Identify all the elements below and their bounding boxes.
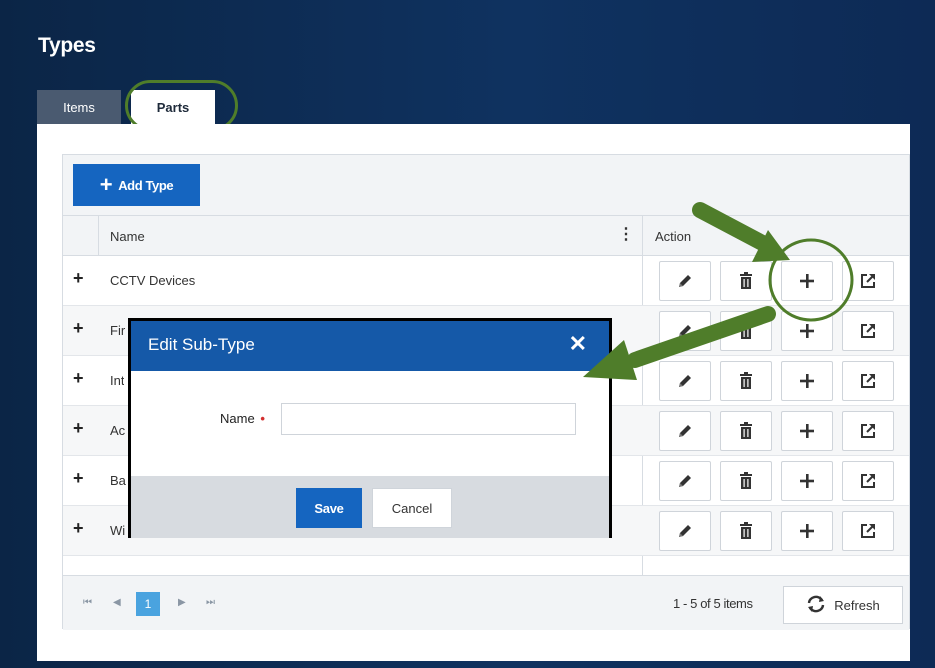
open-details-button[interactable] xyxy=(842,511,894,551)
page-info: 1 - 5 of 5 items xyxy=(673,596,753,611)
external-link-icon xyxy=(859,472,877,490)
name-field-label: Name • xyxy=(220,411,265,426)
column-menu-icon[interactable]: ⋮ xyxy=(618,224,634,244)
prev-page-icon[interactable]: ◀ xyxy=(113,597,121,608)
pencil-icon xyxy=(676,472,694,490)
edit-sub-type-dialog: Edit Sub-Type ✕ Name • Save Cancel xyxy=(128,318,612,538)
next-page-icon[interactable]: ▶ xyxy=(178,597,186,608)
pencil-icon xyxy=(676,322,694,340)
pencil-icon xyxy=(676,422,694,440)
pencil-icon xyxy=(676,522,694,540)
name-label-text: Name xyxy=(220,411,255,426)
trash-icon xyxy=(738,322,754,340)
open-details-button[interactable] xyxy=(842,461,894,501)
delete-button[interactable] xyxy=(720,361,772,401)
delete-button[interactable] xyxy=(720,311,772,351)
dialog-header: Edit Sub-Type ✕ xyxy=(131,321,609,371)
trash-icon xyxy=(738,272,754,290)
refresh-button[interactable]: Refresh xyxy=(783,586,903,624)
edit-button[interactable] xyxy=(659,311,711,351)
edit-button[interactable] xyxy=(659,261,711,301)
edit-button[interactable] xyxy=(659,461,711,501)
row-name: Ba xyxy=(110,473,126,488)
trash-icon xyxy=(738,372,754,390)
trash-icon xyxy=(738,422,754,440)
page-number-current[interactable]: 1 xyxy=(136,592,160,616)
edit-button[interactable] xyxy=(659,411,711,451)
dialog-title: Edit Sub-Type xyxy=(148,335,255,354)
grid-toolbar: + Add Type xyxy=(63,155,909,216)
open-details-button[interactable] xyxy=(842,311,894,351)
close-icon[interactable]: ✕ xyxy=(569,331,587,357)
row-name: Wi xyxy=(110,523,126,538)
pager: ⏮ ◀ 1 ▶ ⏭ 1 - 5 of 5 items Refresh xyxy=(63,575,909,630)
column-header-name[interactable]: Name xyxy=(110,229,145,244)
add-sub-type-button[interactable] xyxy=(781,311,833,351)
edit-button[interactable] xyxy=(659,511,711,551)
plus-icon xyxy=(798,372,816,390)
plus-icon xyxy=(798,522,816,540)
pencil-icon xyxy=(676,272,694,290)
refresh-label: Refresh xyxy=(834,597,880,613)
add-sub-type-button[interactable] xyxy=(781,461,833,501)
edit-button[interactable] xyxy=(659,361,711,401)
row-name: Int xyxy=(110,373,125,388)
required-indicator: • xyxy=(260,411,265,426)
add-sub-type-button[interactable] xyxy=(781,511,833,551)
plus-icon xyxy=(798,322,816,340)
tab-items[interactable]: Items xyxy=(37,90,121,124)
column-header-action: Action xyxy=(655,229,692,244)
plus-icon: + xyxy=(99,172,113,197)
open-details-button[interactable] xyxy=(842,411,894,451)
cancel-button[interactable]: Cancel xyxy=(372,488,452,528)
plus-icon xyxy=(798,422,816,440)
add-sub-type-button[interactable] xyxy=(781,361,833,401)
first-page-icon[interactable]: ⏮ xyxy=(83,597,92,608)
delete-button[interactable] xyxy=(720,261,772,301)
plus-icon xyxy=(798,272,816,290)
save-button[interactable]: Save xyxy=(296,488,362,528)
page-title: Types xyxy=(38,34,96,57)
delete-button[interactable] xyxy=(720,411,772,451)
add-sub-type-button[interactable] xyxy=(781,411,833,451)
external-link-icon xyxy=(859,522,877,540)
expand-row-icon[interactable]: + xyxy=(73,268,84,289)
refresh-icon xyxy=(806,595,826,616)
external-link-icon xyxy=(859,322,877,340)
dialog-footer: Save Cancel xyxy=(131,476,609,538)
last-page-icon[interactable]: ⏭ xyxy=(206,597,215,608)
open-details-button[interactable] xyxy=(842,261,894,301)
expand-row-icon[interactable]: + xyxy=(73,468,84,489)
expand-row-icon[interactable]: + xyxy=(73,318,84,339)
trash-icon xyxy=(738,472,754,490)
pencil-icon xyxy=(676,372,694,390)
delete-button[interactable] xyxy=(720,461,772,501)
external-link-icon xyxy=(859,272,877,290)
plus-icon xyxy=(798,472,816,490)
expand-row-icon[interactable]: + xyxy=(73,518,84,539)
table-header: Name ⋮ Action xyxy=(63,216,909,256)
expand-row-icon[interactable]: + xyxy=(73,368,84,389)
tab-parts[interactable]: Parts xyxy=(131,90,215,124)
add-type-button[interactable]: + Add Type xyxy=(73,164,200,206)
name-input[interactable] xyxy=(281,403,576,435)
row-name: CCTV Devices xyxy=(110,273,196,288)
expand-row-icon[interactable]: + xyxy=(73,418,84,439)
external-link-icon xyxy=(859,422,877,440)
add-sub-type-button[interactable] xyxy=(781,261,833,301)
external-link-icon xyxy=(859,372,877,390)
open-details-button[interactable] xyxy=(842,361,894,401)
row-name: Fir xyxy=(110,323,126,338)
column-divider xyxy=(98,216,99,256)
row-name: Ac xyxy=(110,423,126,438)
delete-button[interactable] xyxy=(720,511,772,551)
add-type-label: Add Type xyxy=(118,177,174,193)
trash-icon xyxy=(738,522,754,540)
